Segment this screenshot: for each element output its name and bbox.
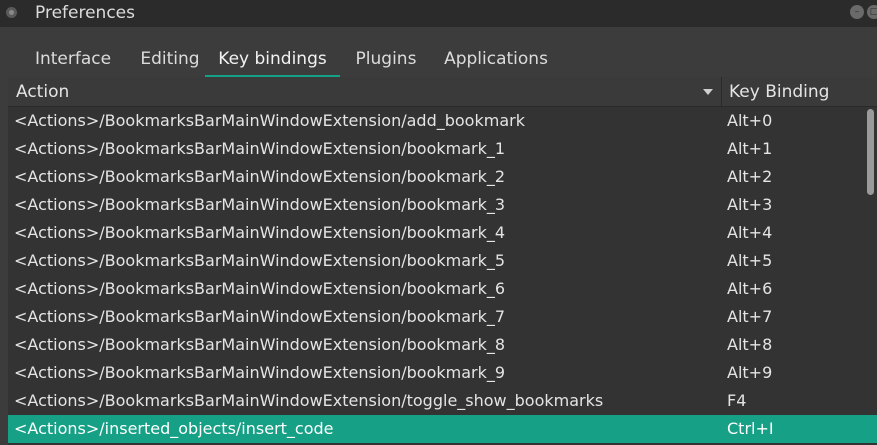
window-title: Preferences xyxy=(35,3,135,23)
table-row[interactable]: <Actions>/BookmarksBarMainWindowExtensio… xyxy=(8,163,877,191)
key-binding-cell[interactable]: Alt+4 xyxy=(727,223,772,242)
table-header: Action Key Binding xyxy=(8,77,877,107)
table-row[interactable]: <Actions>/BookmarksBarMainWindowExtensio… xyxy=(8,135,877,163)
table-row[interactable]: <Actions>/BookmarksBarMainWindowExtensio… xyxy=(8,191,877,219)
key-bindings-panel: Action Key Binding <Actions>/BookmarksBa… xyxy=(8,77,877,445)
app-icon xyxy=(6,7,17,18)
table-row[interactable]: <Actions>/inserted_objects/insert_code Ct… xyxy=(8,415,877,443)
key-binding-cell[interactable]: Alt+1 xyxy=(727,139,772,158)
preferences-tabs: Interface Editing Key bindings Plugins A… xyxy=(8,44,877,77)
table-row[interactable]: <Actions>/BookmarksBarMainWindowExtensio… xyxy=(8,359,877,387)
sort-descending-icon[interactable] xyxy=(703,89,713,95)
action-cell: <Actions>/BookmarksBarMainWindowExtensio… xyxy=(14,363,506,382)
table-row[interactable]: <Actions>/BookmarksBarMainWindowExtensio… xyxy=(8,331,877,359)
key-binding-cell[interactable]: Alt+7 xyxy=(727,307,772,326)
tab-plugins[interactable]: Plugins xyxy=(344,44,428,77)
column-divider xyxy=(721,77,722,107)
action-cell: <Actions>/BookmarksBarMainWindowExtensio… xyxy=(14,223,506,242)
table-row[interactable]: <Actions>/BookmarksBarMainWindowExtensio… xyxy=(8,303,877,331)
table-row[interactable]: <Actions>/BookmarksBarMainWindowExtensio… xyxy=(8,107,877,135)
key-binding-cell[interactable]: F4 xyxy=(727,391,746,410)
key-binding-cell[interactable]: Alt+9 xyxy=(727,363,772,382)
column-header-key-binding[interactable]: Key Binding xyxy=(729,82,829,102)
minimize-icon[interactable]: – xyxy=(850,5,864,19)
action-cell: <Actions>/BookmarksBarMainWindowExtensio… xyxy=(14,279,506,298)
key-binding-cell[interactable]: Ctrl+I xyxy=(727,419,774,438)
key-binding-cell[interactable]: Alt+8 xyxy=(727,335,772,354)
table-row[interactable]: <Actions>/BookmarksBarMainWindowExtensio… xyxy=(8,275,877,303)
key-binding-cell[interactable]: Alt+6 xyxy=(727,279,772,298)
key-binding-cell[interactable]: Alt+5 xyxy=(727,251,772,270)
action-cell: <Actions>/BookmarksBarMainWindowExtensio… xyxy=(14,167,506,186)
action-cell: <Actions>/BookmarksBarMainWindowExtensio… xyxy=(14,139,506,158)
scrollbar-thumb[interactable] xyxy=(867,109,874,195)
action-cell: <Actions>/BookmarksBarMainWindowExtensio… xyxy=(14,111,525,130)
action-cell: <Actions>/BookmarksBarMainWindowExtensio… xyxy=(14,307,506,326)
column-header-action[interactable]: Action xyxy=(16,82,69,102)
vertical-scrollbar[interactable] xyxy=(866,109,875,445)
tab-key-bindings[interactable]: Key bindings xyxy=(205,44,340,77)
tab-interface[interactable]: Interface xyxy=(18,44,128,77)
title-bar: Preferences – □ xyxy=(0,0,877,27)
key-binding-cell[interactable]: Alt+2 xyxy=(727,167,772,186)
action-cell: <Actions>/BookmarksBarMainWindowExtensio… xyxy=(14,195,506,214)
tab-editing[interactable]: Editing xyxy=(128,44,212,77)
action-cell: <Actions>/BookmarksBarMainWindowExtensio… xyxy=(14,251,506,270)
key-binding-cell[interactable]: Alt+0 xyxy=(727,111,772,130)
maximize-icon[interactable]: □ xyxy=(867,5,877,19)
table-row[interactable]: <Actions>/BookmarksBarMainWindowExtensio… xyxy=(8,219,877,247)
table-row[interactable]: <Actions>/BookmarksBarMainWindowExtensio… xyxy=(8,247,877,275)
key-binding-cell[interactable]: Alt+3 xyxy=(727,195,772,214)
table-row[interactable]: <Actions>/BookmarksBarMainWindowExtensio… xyxy=(8,387,877,415)
action-cell: <Actions>/BookmarksBarMainWindowExtensio… xyxy=(14,391,604,410)
action-cell: <Actions>/inserted_objects/insert_code xyxy=(14,419,334,438)
key-bindings-list: <Actions>/BookmarksBarMainWindowExtensio… xyxy=(8,107,877,443)
action-cell: <Actions>/BookmarksBarMainWindowExtensio… xyxy=(14,335,506,354)
tab-applications[interactable]: Applications xyxy=(434,44,558,77)
